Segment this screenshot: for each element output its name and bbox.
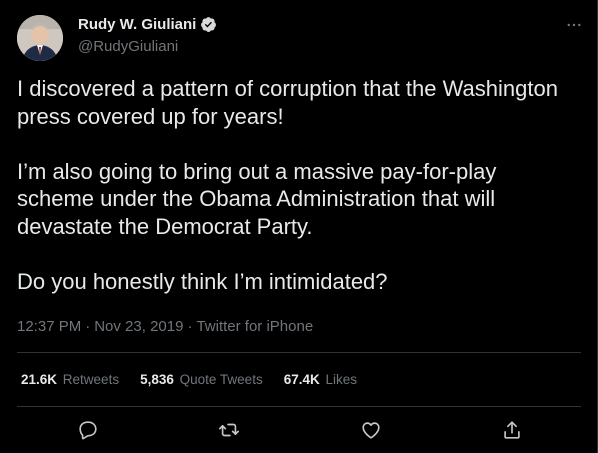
divider — [17, 352, 581, 353]
author-avatar[interactable] — [17, 15, 63, 61]
retweets-stat[interactable]: 21.6K Retweets — [21, 372, 119, 387]
more-dots-icon — [567, 23, 581, 27]
tweet-text: I discovered a pattern of corruption tha… — [17, 75, 577, 295]
tweet-paragraph: I’m also going to bring out a massive pa… — [17, 158, 497, 239]
tweet-card: Rudy W. Giuliani @RudyGiuliani I discove… — [0, 0, 598, 453]
meta-separator: · — [85, 318, 91, 335]
quote-tweets-stat[interactable]: 5,836 Quote Tweets — [140, 372, 263, 387]
verified-badge-icon — [200, 16, 217, 33]
tweet-metadata: 12:37 PM · Nov 23, 2019 · Twitter for iPhone — [17, 318, 313, 335]
meta-separator: · — [187, 318, 193, 335]
author-name[interactable]: Rudy W. Giuliani — [78, 16, 217, 33]
tweet-paragraph: Do you honestly think I’m intimidated? — [17, 268, 388, 294]
share-icon — [504, 421, 520, 439]
likes-stat[interactable]: 67.4K Likes — [284, 372, 357, 387]
likes-count: 67.4K — [283, 372, 320, 387]
tweet-source[interactable]: Twitter for iPhone — [196, 318, 313, 335]
retweet-button[interactable] — [217, 418, 241, 442]
reply-button[interactable] — [76, 418, 100, 442]
divider — [17, 406, 581, 407]
share-button[interactable] — [500, 418, 524, 442]
author-name-text: Rudy W. Giuliani — [78, 16, 197, 33]
like-button[interactable] — [359, 418, 383, 442]
quote-tweets-label: Quote Tweets — [179, 372, 263, 387]
retweets-count: 21.6K — [21, 372, 58, 387]
likes-label: Likes — [325, 372, 358, 387]
tweet-stats: 21.6K Retweets 5,836 Quote Tweets 67.4K … — [21, 372, 357, 387]
tweet-paragraph: I discovered a pattern of corruption tha… — [17, 76, 558, 129]
tweet-time[interactable]: 12:37 PM — [17, 318, 81, 335]
reply-icon — [79, 421, 97, 440]
more-options-button[interactable] — [561, 12, 587, 38]
like-icon — [362, 422, 380, 439]
retweet-icon — [219, 423, 239, 437]
tweet-date[interactable]: Nov 23, 2019 — [94, 318, 183, 335]
avatar-photo — [17, 15, 63, 61]
retweets-label: Retweets — [62, 372, 120, 387]
author-handle[interactable]: @RudyGiuliani — [78, 38, 178, 55]
quote-tweets-count: 5,836 — [140, 372, 174, 387]
tweet-actions-bar — [17, 408, 581, 452]
